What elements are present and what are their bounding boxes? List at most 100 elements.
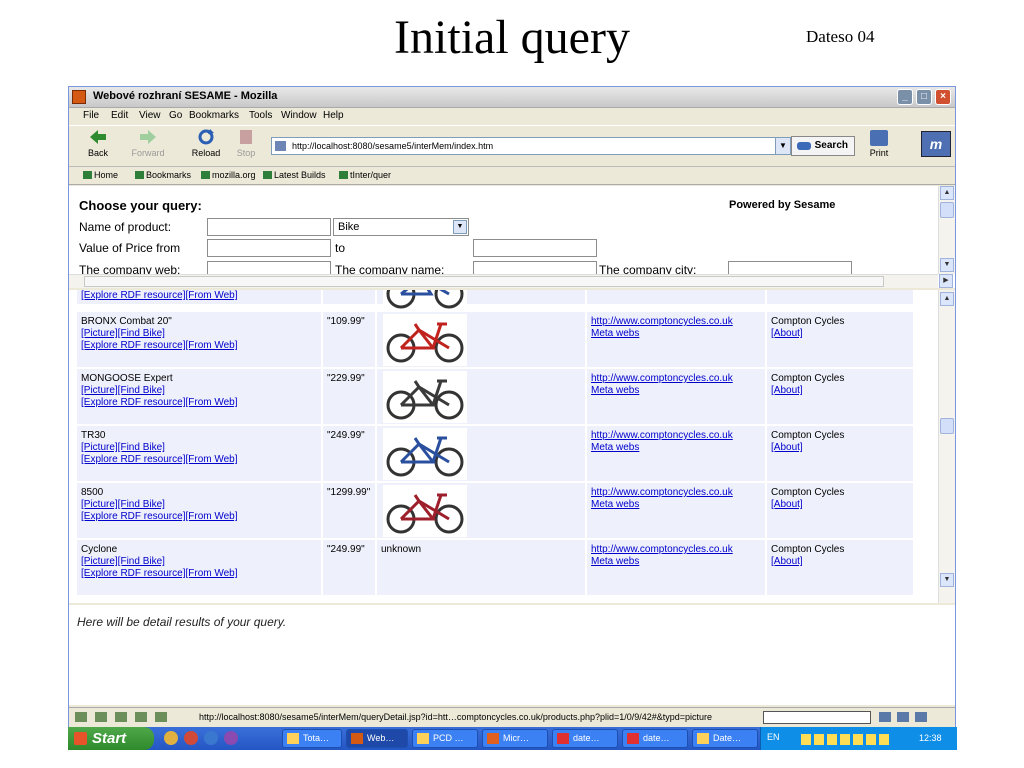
tray-icon[interactable] (853, 734, 863, 745)
print-button[interactable]: Print (864, 128, 894, 158)
cookie-icon[interactable] (915, 712, 927, 722)
bookmark-mozilla-org[interactable]: mozilla.org (201, 170, 256, 180)
mail-icon[interactable] (95, 712, 107, 722)
bike-image (383, 314, 467, 366)
scroll-up-icon[interactable]: ▲ (940, 186, 954, 200)
picture-find-links[interactable]: [Picture][Find Bike] (81, 499, 238, 511)
scroll-down-icon[interactable]: ▼ (940, 258, 954, 272)
picture-find-links[interactable]: [Picture][Find Bike] (81, 556, 238, 568)
taskbar-item-pcd[interactable]: PCD … (412, 729, 478, 748)
about-link[interactable]: [About] (771, 556, 844, 568)
query-horizontal-scrollbar[interactable] (69, 274, 938, 288)
bookmark-latest-builds[interactable]: Latest Builds (263, 170, 326, 180)
results-vertical-scrollbar[interactable]: ▲ ▼ (938, 290, 955, 603)
price-from-input[interactable] (207, 239, 331, 257)
picture-find-links[interactable]: [Picture][Find Bike] (81, 385, 238, 397)
menu-edit[interactable]: Edit (111, 110, 128, 121)
company-url-link[interactable]: http://www.comptoncycles.co.uk (591, 544, 733, 556)
menu-bookmarks[interactable]: Bookmarks (189, 110, 239, 121)
browser-window: Webové rozhraní SESAME - Mozilla _ □ × F… (68, 86, 956, 750)
explore-rdf-links[interactable]: [Explore RDF resource][From Web] (81, 340, 238, 352)
meta-webs-link[interactable]: Meta webs (591, 385, 733, 397)
tray-icon[interactable] (866, 734, 876, 745)
product-type-select[interactable]: Bike ▼ (333, 218, 469, 236)
query-vertical-scrollbar[interactable]: ▲ ▼ (938, 186, 955, 274)
url-dropdown-button[interactable]: ▼ (775, 137, 791, 155)
tray-icon[interactable] (827, 734, 837, 745)
quick-launch-icon[interactable] (164, 731, 178, 745)
menu-file[interactable]: File (83, 110, 99, 121)
menu-tools[interactable]: Tools (249, 110, 272, 121)
about-link[interactable]: [About] (771, 385, 844, 397)
taskbar-item-tota[interactable]: Tota… (282, 729, 342, 748)
stop-button[interactable]: Stop (223, 128, 269, 158)
taskbar-item-date-1[interactable]: date… (552, 729, 618, 748)
quick-launch-icon[interactable] (224, 731, 238, 745)
scroll-up-icon[interactable]: ▲ (940, 292, 954, 306)
taskbar-item-web[interactable]: Web… (346, 729, 408, 748)
back-button[interactable]: Back (75, 128, 121, 158)
table-row: BRONX Combat 20" [Picture][Find Bike] [Exp… (77, 312, 913, 367)
bookmark-tinter-quer[interactable]: tInter/quer (339, 170, 391, 180)
scroll-thumb[interactable] (940, 418, 954, 434)
composer-icon[interactable] (115, 712, 127, 722)
meta-webs-link[interactable]: Meta webs (591, 499, 733, 511)
meta-webs-link[interactable]: Meta webs (591, 442, 733, 454)
menu-go[interactable]: Go (169, 110, 182, 121)
quick-launch-icon[interactable] (204, 731, 218, 745)
taskbar-item-date-3[interactable]: Date… (692, 729, 758, 748)
printer-icon (870, 130, 888, 146)
explore-rdf-links[interactable]: [Explore RDF resource][From Web] (81, 568, 238, 580)
progress-bar (763, 711, 871, 724)
quick-launch-icon[interactable] (184, 731, 198, 745)
security-icon[interactable] (879, 712, 891, 722)
about-link[interactable]: [About] (771, 442, 844, 454)
bike-image (383, 371, 467, 423)
about-link[interactable]: [About] (771, 499, 844, 511)
explore-rdf-links[interactable]: [Explore RDF resource][From Web] (81, 454, 238, 466)
minimize-button[interactable]: _ (897, 89, 913, 105)
online-icon[interactable] (897, 712, 909, 722)
bookmark-home[interactable]: Home (83, 170, 118, 180)
navigator-icon[interactable] (75, 712, 87, 722)
scroll-down-icon[interactable]: ▼ (940, 573, 954, 587)
company-url-link[interactable]: http://www.comptoncycles.co.uk (591, 487, 733, 499)
picture-find-links[interactable]: [Picture][Find Bike] (81, 328, 238, 340)
start-button[interactable]: Start (68, 727, 154, 750)
explore-rdf-links[interactable]: [Explore RDF resource][From Web] (81, 511, 238, 523)
url-bar[interactable]: http://localhost:8080/sesame5/interMem/i… (271, 137, 791, 155)
maximize-button[interactable]: □ (916, 89, 932, 105)
menu-view[interactable]: View (139, 110, 161, 121)
tray-icon[interactable] (814, 734, 824, 745)
mozilla-brand-logo: m (921, 131, 951, 157)
about-link[interactable]: [About] (771, 328, 844, 340)
address-book-icon[interactable] (135, 712, 147, 722)
tray-icon[interactable] (840, 734, 850, 745)
company-url-link[interactable]: http://www.comptoncycles.co.uk (591, 430, 733, 442)
forward-button[interactable]: Forward (125, 128, 171, 158)
explore-rdf-links[interactable]: [Explore RDF resource][From Web] (81, 397, 238, 409)
meta-webs-link[interactable]: Meta webs (591, 556, 733, 568)
horizontal-scroll-thumb[interactable] (84, 276, 884, 287)
picture-find-links[interactable]: [Picture][Find Bike] (81, 442, 238, 454)
scroll-right-icon[interactable]: ▶ (939, 274, 953, 288)
explore-rdf-link[interactable]: [Explore RDF resource][From Web] (81, 290, 238, 302)
scroll-thumb[interactable] (940, 202, 954, 218)
irc-icon[interactable] (155, 712, 167, 722)
menu-help[interactable]: Help (323, 110, 344, 121)
language-indicator[interactable]: EN (767, 732, 780, 742)
search-button[interactable]: Search (791, 136, 855, 156)
taskbar-item-date-2[interactable]: date… (622, 729, 688, 748)
close-button[interactable]: × (935, 89, 951, 105)
company-url-link[interactable]: http://www.comptoncycles.co.uk (591, 316, 733, 328)
taskbar-item-micr[interactable]: Micr… (482, 729, 548, 748)
company-url-link[interactable]: http://www.comptoncycles.co.uk (591, 373, 733, 385)
tray-icon[interactable] (801, 734, 811, 745)
tray-icon[interactable] (879, 734, 889, 745)
price-to-input[interactable] (473, 239, 597, 257)
meta-webs-link[interactable]: Meta webs (591, 328, 733, 340)
product-name-input[interactable] (207, 218, 331, 236)
menu-window[interactable]: Window (281, 110, 317, 121)
taskbar: Start Tota… Web… PCD … Micr… date… date…… (68, 727, 957, 750)
bookmark-bookmarks[interactable]: Bookmarks (135, 170, 191, 180)
